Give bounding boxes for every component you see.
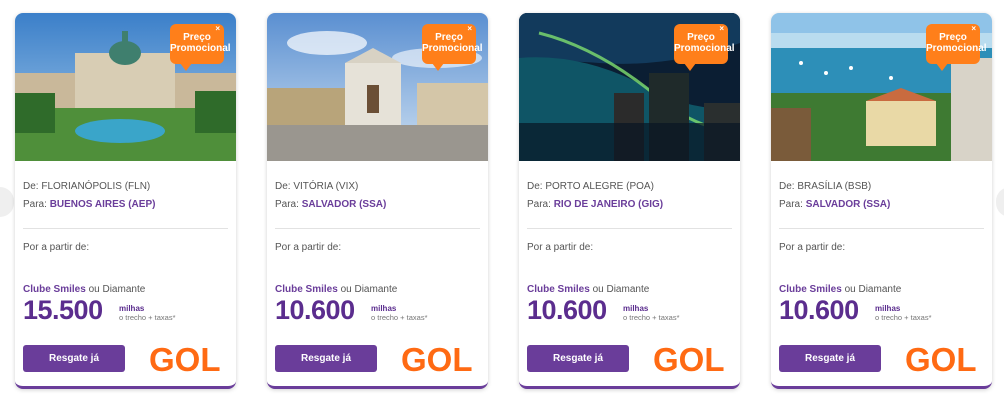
route-destination: Para: SALVADOR (SSA) — [275, 199, 386, 210]
club-label: Clube Smiles ou Diamante — [23, 284, 145, 295]
route-origin: De: BRASÍLIA (BSB) — [779, 181, 871, 192]
price-note: o trecho + taxas* — [371, 313, 428, 322]
offer-card[interactable]: × Preço Promocional De: VITÓRIA (VIX) Pa… — [267, 13, 488, 389]
route-origin: De: VITÓRIA (VIX) — [275, 181, 358, 192]
origin-city: FLORIANÓPOLIS (FLN) — [41, 181, 151, 192]
price-unit: milhas o trecho + taxas* — [875, 304, 932, 322]
starting-from-label: Por a partir de: — [527, 242, 594, 253]
divider — [779, 228, 984, 229]
starting-from-label: Por a partir de: — [23, 242, 90, 253]
airline-logo-text: GOL — [149, 343, 221, 375]
divider — [23, 228, 228, 229]
club-brand: Clube Smiles — [779, 284, 842, 295]
redeem-button[interactable]: Resgate já — [779, 345, 881, 372]
origin-prefix: De: — [275, 181, 291, 192]
promo-badge: × Preço Promocional — [170, 24, 231, 71]
close-icon[interactable]: × — [467, 25, 472, 33]
price-value: 10.600 — [527, 295, 607, 325]
starting-from-label: Por a partir de: — [275, 242, 342, 253]
airline-logo: GOL — [653, 341, 733, 380]
route-origin: De: PORTO ALEGRE (POA) — [527, 181, 654, 192]
divider — [527, 228, 732, 229]
price-value: 15.500 — [23, 295, 103, 325]
promo-label: Preço Promocional — [170, 32, 231, 54]
route-origin: De: FLORIANÓPOLIS (FLN) — [23, 181, 150, 192]
close-icon[interactable]: × — [215, 25, 220, 33]
destination-prefix: Para: — [275, 199, 299, 210]
price-value: 10.600 — [275, 295, 355, 325]
divider — [275, 228, 480, 229]
airline-logo: GOL — [149, 341, 229, 380]
promo-badge: × Preço Promocional — [422, 24, 483, 71]
price-unit: milhas o trecho + taxas* — [119, 304, 176, 322]
starting-from-label: Por a partir de: — [779, 242, 846, 253]
promo-label: Preço Promocional — [674, 32, 735, 54]
price-unit: milhas o trecho + taxas* — [623, 304, 680, 322]
promo-badge: × Preço Promocional — [674, 24, 735, 71]
carousel-next-button[interactable] — [996, 187, 1004, 217]
origin-prefix: De: — [527, 181, 543, 192]
miles-label: milhas — [875, 304, 901, 313]
origin-city: BRASÍLIA (BSB) — [797, 181, 872, 192]
destination-city: BUENOS AIRES (AEP) — [49, 199, 156, 210]
offer-card[interactable]: × Preço Promocional De: BRASÍLIA (BSB) P… — [771, 13, 992, 389]
club-rest: ou Diamante — [337, 284, 398, 295]
club-brand: Clube Smiles — [527, 284, 590, 295]
club-brand: Clube Smiles — [275, 284, 338, 295]
miles-label: milhas — [623, 304, 649, 313]
miles-label: milhas — [119, 304, 145, 313]
origin-city: VITÓRIA (VIX) — [293, 181, 359, 192]
price-unit: milhas o trecho + taxas* — [371, 304, 428, 322]
club-rest: ou Diamante — [841, 284, 902, 295]
airline-logo-text: GOL — [401, 343, 473, 375]
club-brand: Clube Smiles — [23, 284, 86, 295]
route-destination: Para: RIO DE JANEIRO (GIG) — [527, 199, 663, 210]
offer-card[interactable]: × Preço Promocional De: FLORIANÓPOLIS (F… — [15, 13, 236, 389]
offer-card[interactable]: × Preço Promocional De: PORTO ALEGRE (PO… — [519, 13, 740, 389]
price-note: o trecho + taxas* — [875, 313, 932, 322]
destination-city: SALVADOR (SSA) — [805, 199, 891, 210]
redeem-button[interactable]: Resgate já — [275, 345, 377, 372]
price-value: 10.600 — [779, 295, 859, 325]
destination-city: SALVADOR (SSA) — [301, 199, 387, 210]
club-rest: ou Diamante — [85, 284, 146, 295]
destination-prefix: Para: — [527, 199, 551, 210]
club-label: Clube Smiles ou Diamante — [275, 284, 397, 295]
airline-logo-text: GOL — [653, 343, 725, 375]
route-destination: Para: SALVADOR (SSA) — [779, 199, 890, 210]
origin-prefix: De: — [23, 181, 39, 192]
club-rest: ou Diamante — [589, 284, 650, 295]
promo-badge: × Preço Promocional — [926, 24, 987, 71]
promo-label: Preço Promocional — [926, 32, 987, 54]
redeem-button[interactable]: Resgate já — [527, 345, 629, 372]
price-note: o trecho + taxas* — [119, 313, 176, 322]
origin-city: PORTO ALEGRE (POA) — [545, 181, 654, 192]
airline-logo: GOL — [401, 341, 481, 380]
club-label: Clube Smiles ou Diamante — [527, 284, 649, 295]
miles-label: milhas — [371, 304, 397, 313]
route-destination: Para: BUENOS AIRES (AEP) — [23, 199, 155, 210]
airline-logo-text: GOL — [905, 343, 977, 375]
carousel-prev-button[interactable] — [0, 187, 14, 217]
price-note: o trecho + taxas* — [623, 313, 680, 322]
origin-prefix: De: — [779, 181, 795, 192]
destination-prefix: Para: — [779, 199, 803, 210]
redeem-button[interactable]: Resgate já — [23, 345, 125, 372]
close-icon[interactable]: × — [719, 25, 724, 33]
destination-prefix: Para: — [23, 199, 47, 210]
destination-city: RIO DE JANEIRO (GIG) — [553, 199, 664, 210]
airline-logo: GOL — [905, 341, 985, 380]
club-label: Clube Smiles ou Diamante — [779, 284, 901, 295]
close-icon[interactable]: × — [971, 25, 976, 33]
promo-label: Preço Promocional — [422, 32, 483, 54]
